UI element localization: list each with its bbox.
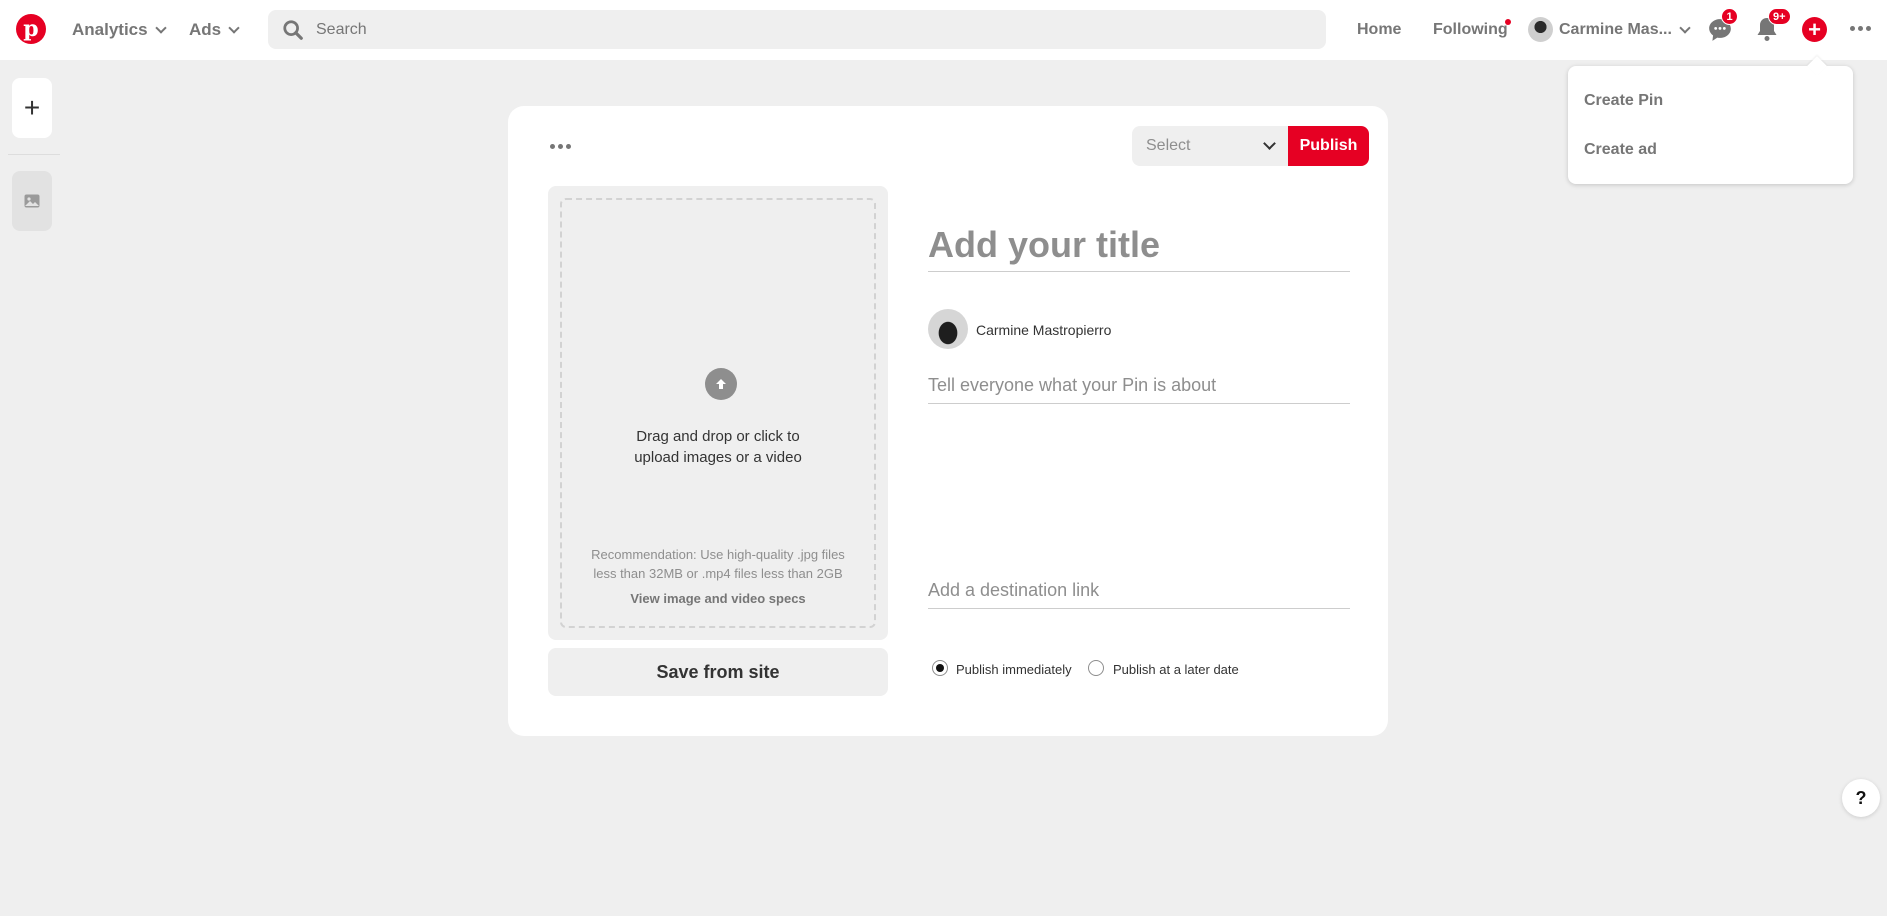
nav-ads[interactable]: Ads: [189, 0, 240, 60]
user-avatar[interactable]: [1528, 17, 1553, 42]
publish-immediately-radio[interactable]: [932, 660, 948, 676]
rail-divider: [8, 154, 60, 155]
nav-ads-label: Ads: [189, 20, 222, 39]
chevron-down-icon: [228, 21, 240, 34]
nav-home-label: Home: [1357, 21, 1402, 38]
upload-instructions: Drag and drop or click to upload images …: [562, 426, 874, 468]
nav-analytics-label: Analytics: [72, 20, 148, 39]
plus-icon: +: [23, 92, 41, 123]
save-from-site-button[interactable]: Save from site: [548, 648, 888, 696]
publish-immediately-label[interactable]: Publish immediately: [956, 662, 1072, 677]
board-select[interactable]: Select: [1132, 126, 1288, 166]
nav-following[interactable]: Following: [1433, 0, 1508, 60]
pin-builder-card: Select Publish Drag and drop or click to…: [508, 106, 1388, 736]
nav-following-label: Following: [1433, 21, 1508, 38]
upload-recommendation: Recommendation: Use high-quality .jpg fi…: [562, 545, 874, 583]
pin-title-input[interactable]: [928, 218, 1350, 272]
recommendation-line1: Recommendation: Use high-quality .jpg fi…: [591, 547, 845, 562]
upload-instructions-line1: Drag and drop or click to: [636, 428, 800, 445]
pinterest-logo-icon[interactable]: p: [16, 14, 46, 44]
author-avatar: [928, 309, 968, 349]
create-menu: Create Pin Create ad: [1568, 66, 1853, 184]
add-draft-button[interactable]: +: [12, 78, 52, 138]
upload-dropzone[interactable]: Drag and drop or click to upload images …: [560, 198, 876, 628]
publish-later-radio[interactable]: [1088, 660, 1104, 676]
notifications-badge: 9+: [1768, 8, 1791, 25]
top-nav: p Analytics Ads Home Following Carmine M…: [0, 0, 1887, 60]
chevron-down-icon: [1263, 137, 1276, 150]
user-menu[interactable]: Carmine Mas...: [1559, 0, 1691, 60]
draft-thumbnail[interactable]: [12, 171, 52, 231]
chevron-down-icon: [154, 21, 167, 34]
nav-analytics[interactable]: Analytics: [72, 0, 167, 60]
user-name-label: Carmine Mas...: [1559, 21, 1672, 38]
more-options-icon[interactable]: [1850, 26, 1871, 31]
search-icon: [283, 20, 303, 40]
publish-later-label[interactable]: Publish at a later date: [1113, 662, 1239, 677]
destination-link-input[interactable]: [928, 573, 1350, 609]
help-button[interactable]: ?: [1842, 779, 1880, 817]
pin-options-icon[interactable]: [550, 144, 571, 149]
board-select-placeholder: Select: [1146, 137, 1191, 154]
publish-button[interactable]: Publish: [1288, 126, 1369, 166]
upload-arrow-icon: [705, 368, 737, 400]
recommendation-line2: less than 32MB or .mp4 files less than 2…: [593, 566, 843, 581]
upload-area: Drag and drop or click to upload images …: [548, 186, 888, 640]
menu-create-pin[interactable]: Create Pin: [1584, 92, 1663, 110]
view-specs-link[interactable]: View image and video specs: [562, 591, 874, 606]
messages-badge: 1: [1721, 8, 1738, 25]
menu-create-ad[interactable]: Create ad: [1584, 141, 1657, 159]
search-input[interactable]: [316, 10, 1296, 49]
following-notification-dot: [1505, 19, 1511, 25]
upload-instructions-line2: upload images or a video: [634, 449, 802, 466]
search-bar: [268, 10, 1326, 49]
chevron-down-icon: [1679, 21, 1691, 34]
nav-home[interactable]: Home: [1357, 0, 1401, 60]
image-icon: [24, 194, 40, 208]
author-name: Carmine Mastropierro: [976, 322, 1112, 338]
create-plus-icon[interactable]: +: [1802, 17, 1827, 42]
pin-description-input[interactable]: [928, 368, 1350, 404]
